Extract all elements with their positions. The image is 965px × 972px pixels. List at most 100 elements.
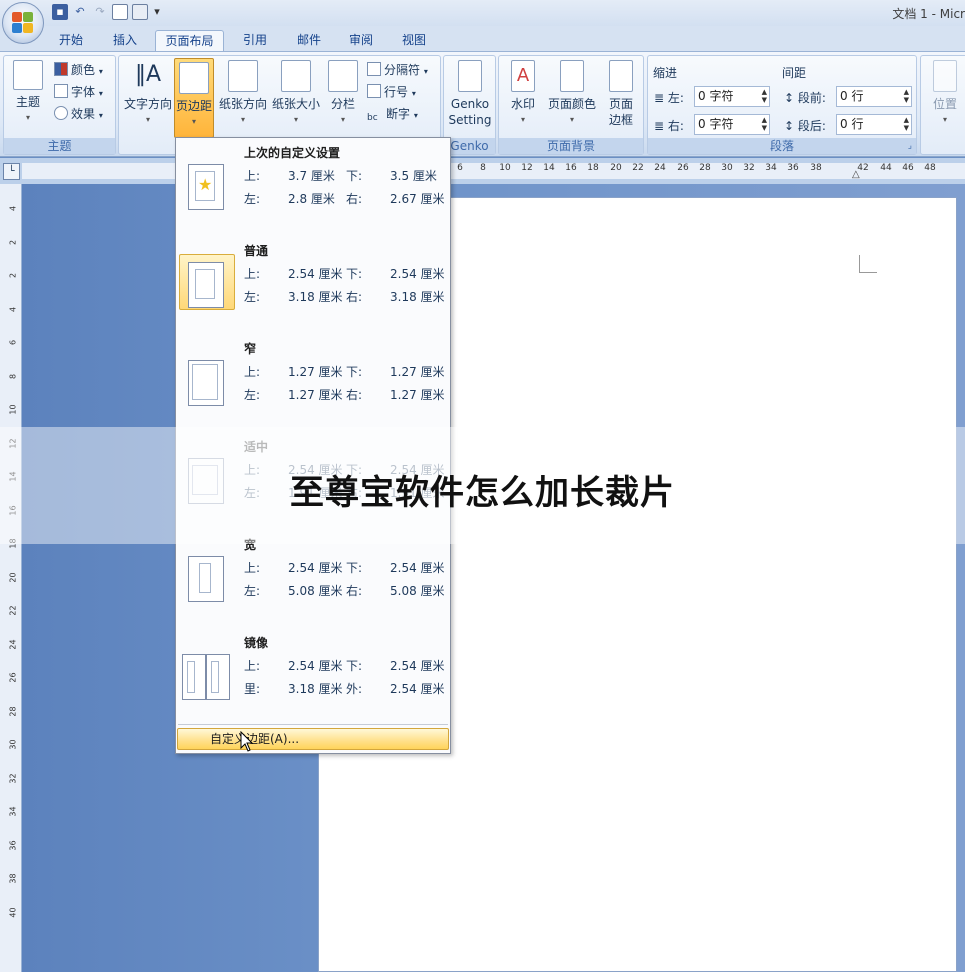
themes-button[interactable]: 主题 ▾ <box>10 60 46 126</box>
margin-preset-item[interactable]: 普通 上: 2.54 厘米 下: 2.54 厘米 左: 3.18 厘米 右: 3.18 厘米 <box>176 236 450 334</box>
space-after-icon: ↕ <box>784 119 795 133</box>
vertical-ruler-tick-label: 8 <box>8 373 18 379</box>
tab-insert[interactable]: 插入 <box>102 30 148 52</box>
hyphenation-button[interactable]: bc 断字 ▾ <box>367 104 418 124</box>
undo-icon[interactable]: ↶ <box>72 4 88 20</box>
margin-preview-icon <box>188 556 224 602</box>
page-color-button[interactable]: 页面颜色 ▾ <box>545 60 599 128</box>
margin-preset-item[interactable]: ★ 上次的自定义设置 上: 3.7 厘米 下: 3.5 厘米 左: 2.8 厘米 右: 2.67 … <box>176 138 450 236</box>
dialog-launcher-icon[interactable]: ⌟ <box>908 138 912 154</box>
indent-left-icon: ≣ <box>654 91 665 105</box>
right-indent-marker-icon[interactable]: △ <box>852 169 860 180</box>
ruler-tick-label: 8 <box>480 163 486 173</box>
vertical-ruler-tick-label: 26 <box>8 672 18 683</box>
tab-view[interactable]: 视图 <box>391 30 437 52</box>
space-before-text: 段前: <box>797 91 826 105</box>
space-before-input[interactable]: 0 行 ▲ ▼ <box>836 86 912 107</box>
indent-left-input[interactable]: 0 字符 ▲ ▼ <box>694 86 770 107</box>
tab-selector-icon[interactable]: └ <box>3 163 20 180</box>
margin-corner-mark <box>859 255 877 273</box>
tab-page-layout[interactable]: 页面布局 <box>155 30 224 52</box>
position-label: 位置 <box>932 97 957 111</box>
watermark-button[interactable]: A 水印 ▾ <box>503 60 543 128</box>
quick-access-toolbar: ▪ ↶ ↷ ▾ <box>52 4 162 20</box>
hyphenation-label: 断字 <box>386 107 411 121</box>
margin-value: 3.18 厘米 <box>288 290 343 304</box>
position-button[interactable]: 位置 ▾ <box>927 60 963 128</box>
page-borders-icon <box>609 60 633 92</box>
vertical-ruler-tick-label: 20 <box>8 571 18 583</box>
margin-value: 2.54 厘米 <box>288 561 343 575</box>
vertical-ruler[interactable]: 4 2 2 4 6 8 10 12 14 16 18 20 22 24 26 28 30 32 34 36 38 40 <box>0 184 22 972</box>
vertical-ruler-tick-label: 10 <box>8 404 18 415</box>
margin-preset-item[interactable]: 窄上: 1.27 厘米 下: 1.27 厘米 左: 1.27 厘米 右: 1.27 厘米 <box>176 334 450 432</box>
orientation-button[interactable]: 纸张方向 ▾ <box>217 60 269 128</box>
chevron-down-icon: ▾ <box>25 113 30 122</box>
margin-value: 下: <box>346 365 363 379</box>
line-numbers-button[interactable]: 行号 ▾ <box>367 82 416 102</box>
margin-value: 下: <box>346 659 363 673</box>
margin-value: 外: <box>346 682 363 696</box>
paper-size-button[interactable]: 纸张大小 ▾ <box>269 60 323 128</box>
space-before-label: ↕ 段前: <box>784 89 826 106</box>
print-icon[interactable] <box>132 4 148 20</box>
print-preview-icon[interactable] <box>112 4 128 20</box>
ruler-tick-label: 14 <box>543 163 555 173</box>
margin-value: 上: <box>244 561 261 575</box>
margin-values-row: 左: 1.27 厘米 右: 1.27 厘米 <box>244 386 445 402</box>
margin-value: 上: <box>244 169 261 183</box>
hyphenation-icon: bc <box>367 113 378 123</box>
custom-margins-button[interactable]: 自定义边距(A)... <box>177 728 449 750</box>
menu-separator <box>178 724 448 725</box>
overlay-title: 至尊宝软件怎么加长裁片 <box>290 473 675 513</box>
margin-value: 上: <box>244 267 261 281</box>
paragraph-label-text: 段落 <box>769 139 794 153</box>
text-direction-button[interactable]: ‖A 文字方向 ▾ <box>122 60 174 128</box>
tab-references[interactable]: 引用 <box>232 30 278 52</box>
vertical-ruler-tick-label: 4 <box>8 205 18 212</box>
margin-preset-name: 窄 <box>244 342 257 356</box>
horizontal-ruler: └ 46810121416182022242628303234363842444… <box>0 158 965 184</box>
theme-fonts-button[interactable]: 字体 ▾ <box>54 82 103 102</box>
vertical-ruler-tick-label: 2 <box>8 272 18 279</box>
tab-mailings[interactable]: 邮件 <box>286 30 332 52</box>
chevron-down-icon: ▾ <box>569 115 574 124</box>
customize-qat-icon[interactable]: ▾ <box>152 4 162 20</box>
spinner-arrows-icon[interactable]: ▲ ▼ <box>762 116 767 132</box>
margin-values-row: 上: 1.27 厘米 下: 1.27 厘米 <box>244 363 445 379</box>
ruler-tick-label: 10 <box>499 163 511 173</box>
fonts-icon <box>54 84 68 98</box>
margin-preview-icon <box>188 360 224 406</box>
office-button[interactable] <box>2 2 44 44</box>
redo-icon[interactable]: ↷ <box>92 4 108 20</box>
margin-preset-item[interactable]: 镜像 上: 2.54 厘米 下: 2.54 厘米 里: 3.18 厘米 外: 2.54 厘米 <box>176 628 450 726</box>
indent-right-input[interactable]: 0 字符 ▲ ▼ <box>694 114 770 135</box>
line-numbers-icon <box>367 84 381 98</box>
theme-effects-button[interactable]: 效果 ▾ <box>54 104 103 124</box>
margin-value: 1.27 厘米 <box>288 388 343 402</box>
margin-preset-item[interactable]: 宽上: 2.54 厘米 下: 2.54 厘米 左: 5.08 厘米 右: 5.08 厘米 <box>176 530 450 628</box>
spinner-arrows-icon[interactable]: ▲ ▼ <box>904 116 909 132</box>
space-after-input[interactable]: 0 行 ▲ ▼ <box>836 114 912 135</box>
save-icon[interactable]: ▪ <box>52 4 68 20</box>
margin-values-row: 左: 2.8 厘米 右: 2.67 厘米 <box>244 190 445 206</box>
theme-colors-button[interactable]: 颜色 ▾ <box>54 60 103 80</box>
tab-home[interactable]: 开始 <box>48 30 94 52</box>
spinner-arrows-icon[interactable]: ▲ ▼ <box>762 88 767 104</box>
margin-value: 下: <box>346 561 363 575</box>
margins-button[interactable]: 页边距 ▾ <box>174 58 214 138</box>
ruler-tick-label: 6 <box>457 163 463 173</box>
columns-button[interactable]: 分栏 ▾ <box>325 60 361 128</box>
page-borders-button[interactable]: 页面 边框 <box>601 60 641 128</box>
text-direction-label: 文字方向 <box>123 97 172 111</box>
breaks-button[interactable]: 分隔符 ▾ <box>367 60 428 80</box>
ruler-tick-label: 36 <box>787 163 799 173</box>
chevron-down-icon: ▾ <box>240 115 245 124</box>
tab-review[interactable]: 审阅 <box>338 30 384 52</box>
margin-value: 2.67 厘米 <box>390 192 445 206</box>
genko-setting-button[interactable]: Genko Setting <box>446 60 494 128</box>
horizontal-ruler-strip[interactable]: 4681012141618202224262830323436384244464… <box>22 163 965 180</box>
spinner-arrows-icon[interactable]: ▲ ▼ <box>904 88 909 104</box>
ruler-tick-label: 30 <box>721 163 733 173</box>
indent-right-label: ≣ 右: <box>654 117 684 134</box>
